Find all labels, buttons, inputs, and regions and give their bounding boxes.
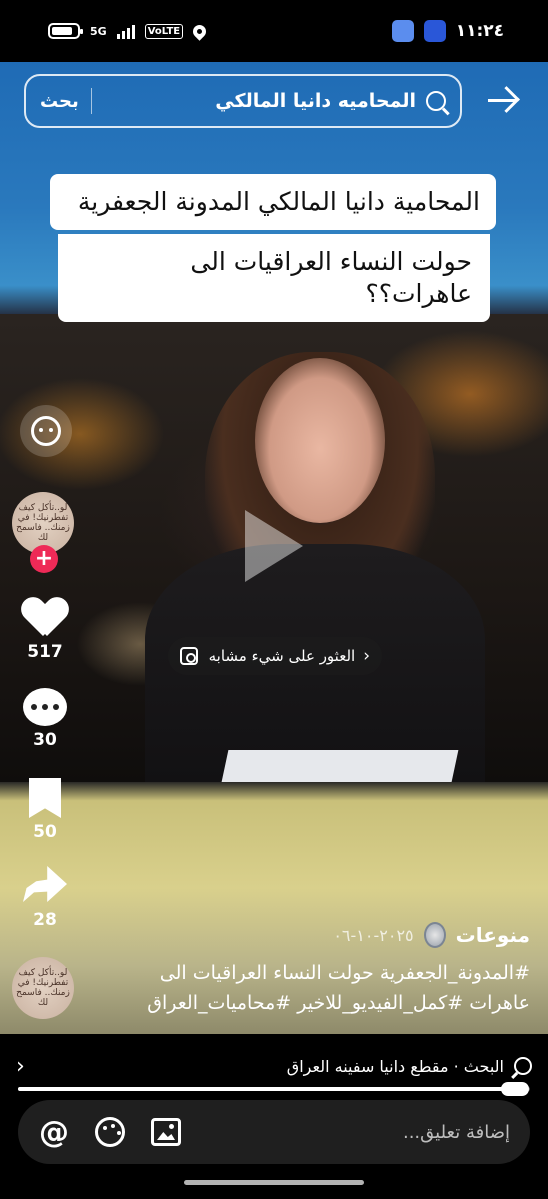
sound-avatar[interactable]: لو..تأكل كيف تفطرنيك! في زمنك.. فاسمح لك xyxy=(12,957,74,1019)
bookmark-icon xyxy=(29,778,61,818)
caption-line-1: المحامية دانيا المالكي المدونة الجعفرية xyxy=(50,174,496,230)
app-notification-icon xyxy=(391,20,414,42)
comment-count: 30 xyxy=(33,730,57,750)
image-icon xyxy=(151,1118,181,1146)
bookmark-button[interactable]: 50 xyxy=(12,778,78,842)
find-similar-button[interactable]: ‹ العثور على شيء مشابه xyxy=(168,637,382,675)
author-name[interactable]: منوعات xyxy=(456,923,530,947)
search-icon xyxy=(514,1057,532,1075)
comment-icon xyxy=(23,688,67,726)
video-progress-handle[interactable] xyxy=(500,1082,529,1096)
follow-button[interactable]: + xyxy=(30,545,58,573)
related-search-label: البحث · مقطع دانيا سفينه العراق xyxy=(286,1056,504,1076)
volte-badge: VoLTE xyxy=(144,23,184,39)
post-description[interactable]: #المدونة_الجعفرية حولت النساء العراقيات … xyxy=(110,958,530,1018)
caption-line-2: حولت النساء العراقيات الى عاهرات؟؟ xyxy=(58,234,490,322)
home-indicator[interactable] xyxy=(184,1180,364,1185)
share-count: 28 xyxy=(33,910,57,930)
app-notification-icon xyxy=(423,20,446,42)
play-icon[interactable] xyxy=(245,510,303,582)
visual-search-icon xyxy=(180,647,198,665)
chevron-left-icon: ‹ xyxy=(363,646,370,666)
search-box[interactable]: المحاميه دانيا المالكي بحث xyxy=(24,74,462,128)
like-button[interactable]: 517 xyxy=(12,598,78,662)
clock: ١١:٢٤ xyxy=(455,21,504,41)
video-progress-track[interactable] xyxy=(18,1082,530,1096)
palette-icon xyxy=(95,1117,125,1147)
video-progress-fill xyxy=(18,1087,515,1091)
status-right: ١١:٢٤ xyxy=(391,20,504,42)
presenter-face xyxy=(255,358,385,523)
status-left: 5G VoLTE xyxy=(48,21,209,41)
battery-icon xyxy=(48,23,83,39)
status-bar: 5G VoLTE ١١:٢٤ xyxy=(0,0,548,62)
desk-paper xyxy=(221,750,459,782)
video-stage[interactable]: المحاميه دانيا المالكي بحث المحامية داني… xyxy=(0,62,548,1034)
location-icon xyxy=(190,21,209,41)
search-input[interactable]: المحاميه دانيا المالكي xyxy=(104,90,416,112)
post-date: ٢٠٢٥-١٠-٠٦ xyxy=(333,925,414,945)
medal-icon xyxy=(423,922,446,948)
share-button[interactable]: 28 xyxy=(12,866,78,930)
emoji-button[interactable] xyxy=(20,405,72,457)
like-count: 517 xyxy=(27,642,63,662)
bookmark-count: 50 xyxy=(33,822,57,842)
post-meta: منوعات ٢٠٢٥-١٠-٠٦ #المدونة_الجعفرية حولت… xyxy=(110,922,530,1018)
search-button[interactable]: بحث xyxy=(40,91,79,112)
comment-input[interactable]: إضافة تعليق... xyxy=(206,1122,510,1143)
comment-button[interactable]: 30 xyxy=(12,688,78,750)
at-icon: @ xyxy=(39,1114,69,1150)
avatar-text: لو..تأكل كيف تفطرنيك! في زمنك.. فاسمح لك xyxy=(16,968,70,1008)
image-button[interactable] xyxy=(150,1116,182,1148)
video-frame[interactable] xyxy=(0,314,548,782)
back-arrow-icon[interactable] xyxy=(486,86,518,116)
share-icon xyxy=(23,866,67,902)
search-icon xyxy=(426,91,446,111)
author-line: منوعات ٢٠٢٥-١٠-٠٦ xyxy=(110,922,530,948)
find-similar-label: العثور على شيء مشابه xyxy=(208,647,356,665)
mention-button[interactable]: @ xyxy=(38,1114,70,1150)
network-type: 5G xyxy=(90,24,107,38)
emoji-icon xyxy=(31,416,61,446)
sticker-button[interactable] xyxy=(94,1116,126,1148)
search-divider xyxy=(90,88,92,114)
chevron-left-icon: ‹ xyxy=(16,1053,25,1079)
avatar-text: لو..تأكل كيف تفطرنيك! في زمنك.. فاسمح لك xyxy=(16,503,70,543)
comment-bar[interactable]: @ إضافة تعليق... xyxy=(18,1100,530,1164)
signal-icon xyxy=(116,23,135,39)
heart-icon xyxy=(23,598,67,638)
